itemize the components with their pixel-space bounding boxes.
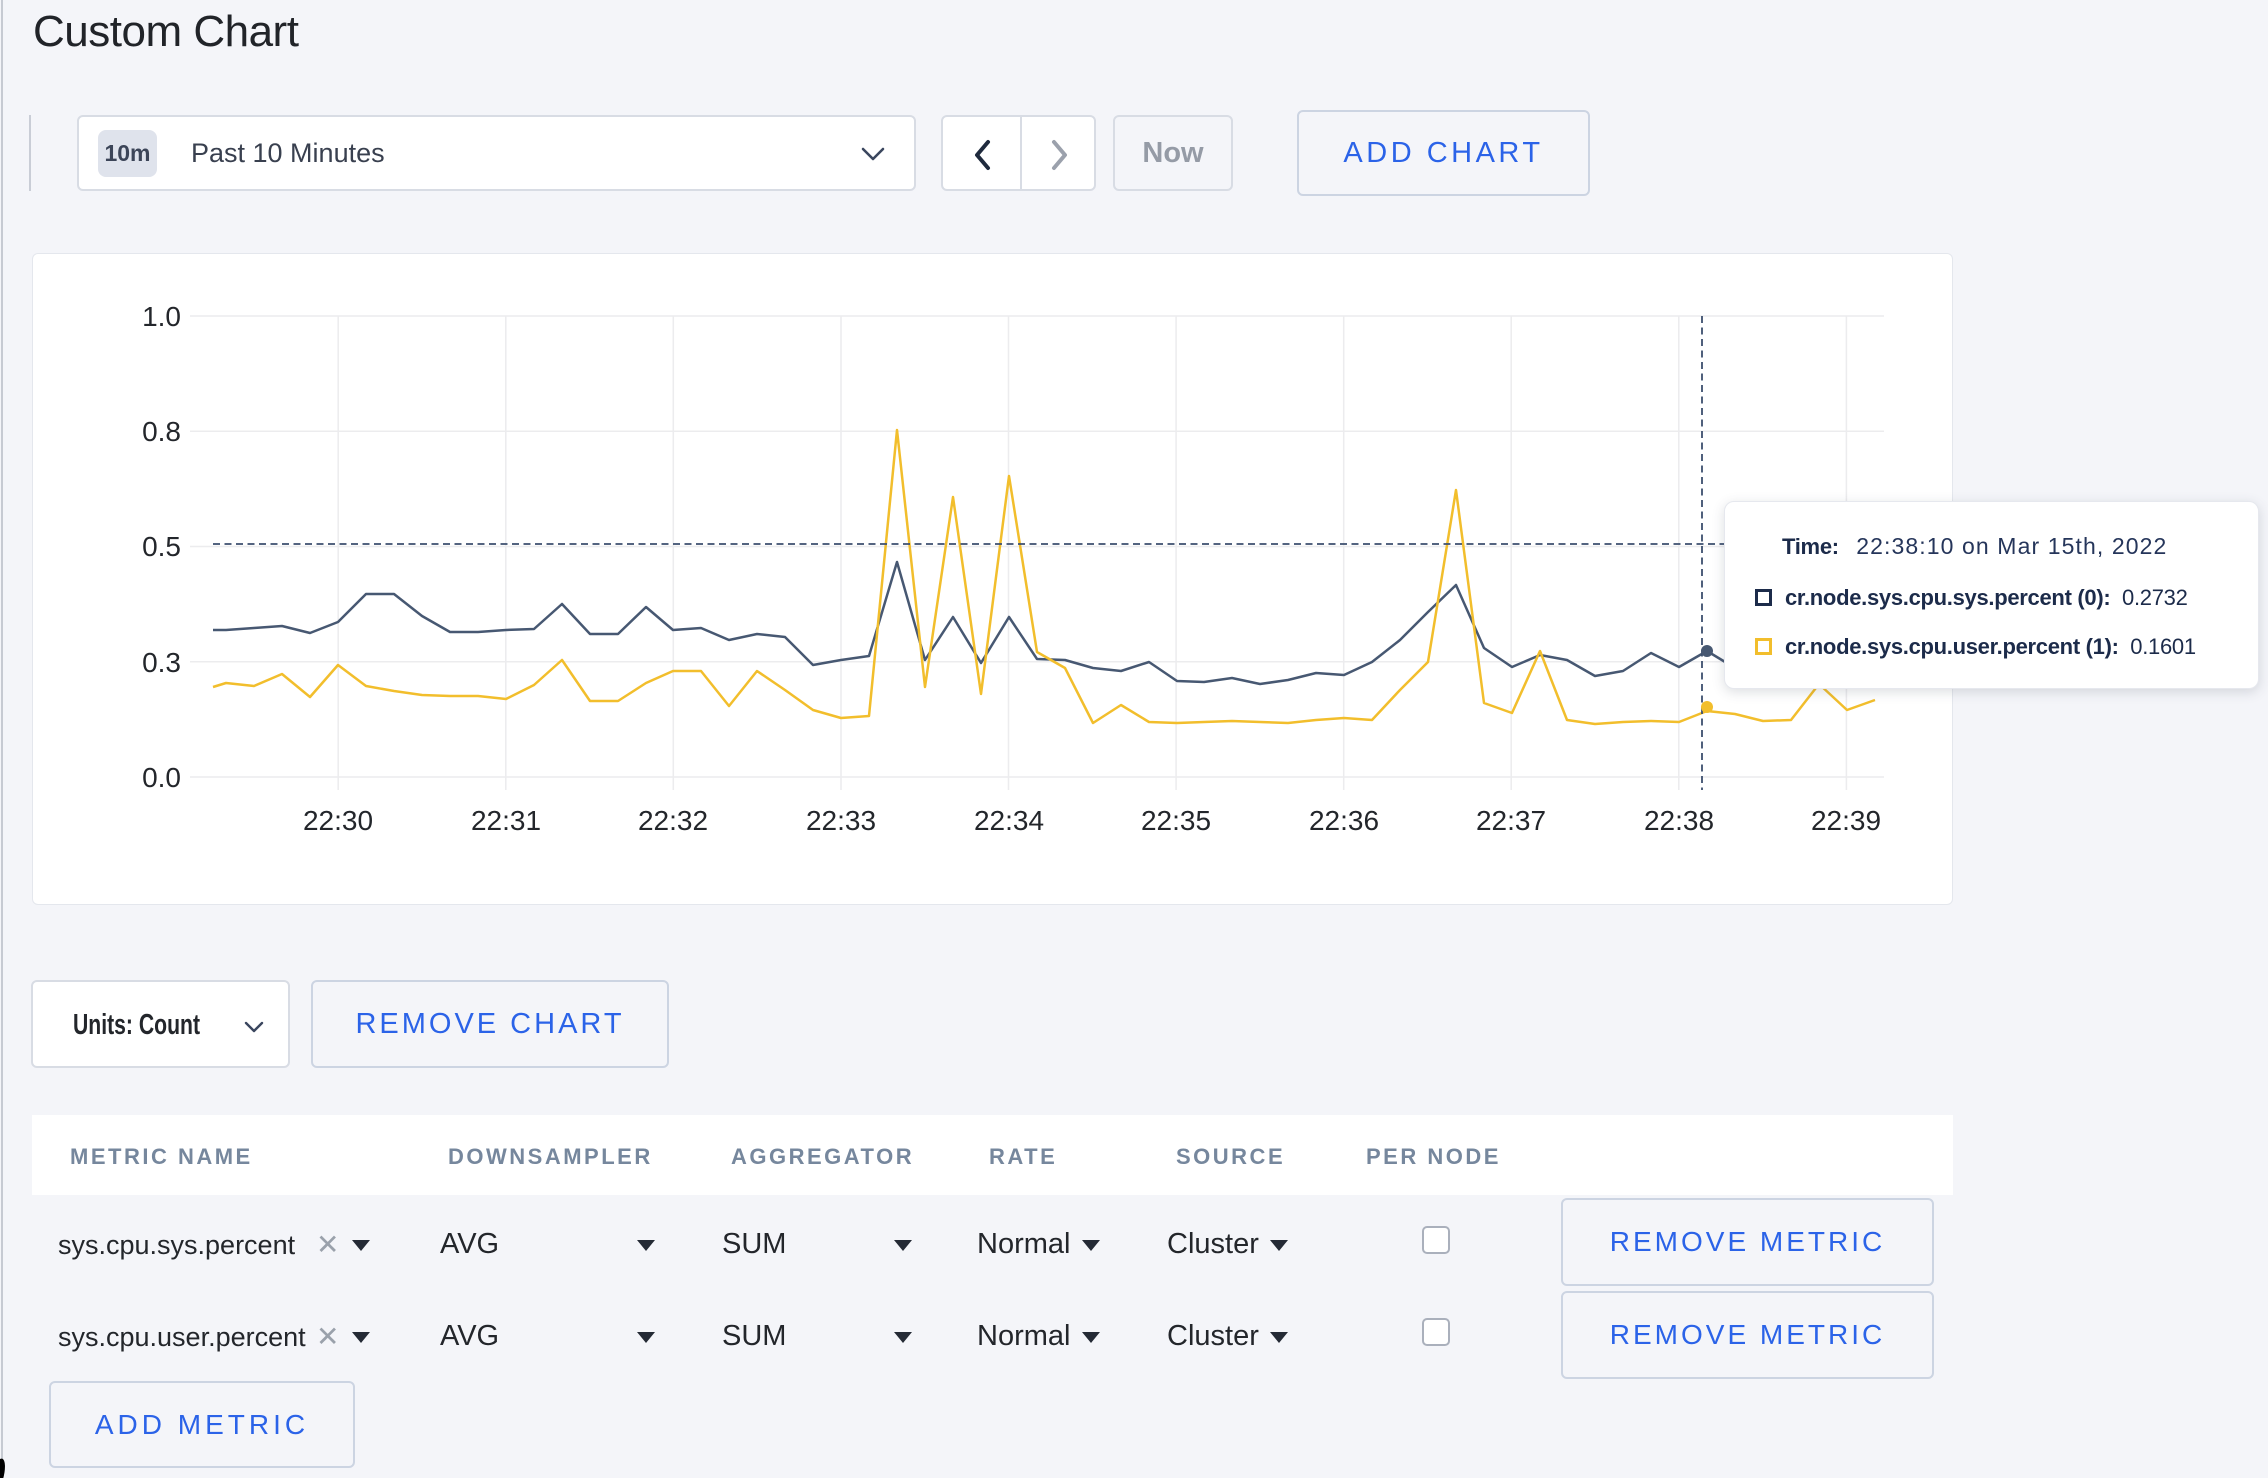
svg-text:22:38: 22:38 (1644, 805, 1714, 836)
svg-text:22:33: 22:33 (806, 805, 876, 836)
svg-text:22:30: 22:30 (303, 805, 373, 836)
svg-text:22:35: 22:35 (1141, 805, 1211, 836)
svg-text:22:34: 22:34 (974, 805, 1044, 836)
svg-text:0.8: 0.8 (142, 416, 181, 447)
svg-text:22:37: 22:37 (1476, 805, 1546, 836)
svg-text:22:36: 22:36 (1309, 805, 1379, 836)
svg-text:22:32: 22:32 (638, 805, 708, 836)
svg-text:22:39: 22:39 (1811, 805, 1881, 836)
svg-text:0.5: 0.5 (142, 531, 181, 562)
svg-text:1.0: 1.0 (142, 301, 181, 332)
svg-text:0.0: 0.0 (142, 762, 181, 793)
svg-text:0.3: 0.3 (142, 647, 181, 678)
svg-text:22:31: 22:31 (471, 805, 541, 836)
